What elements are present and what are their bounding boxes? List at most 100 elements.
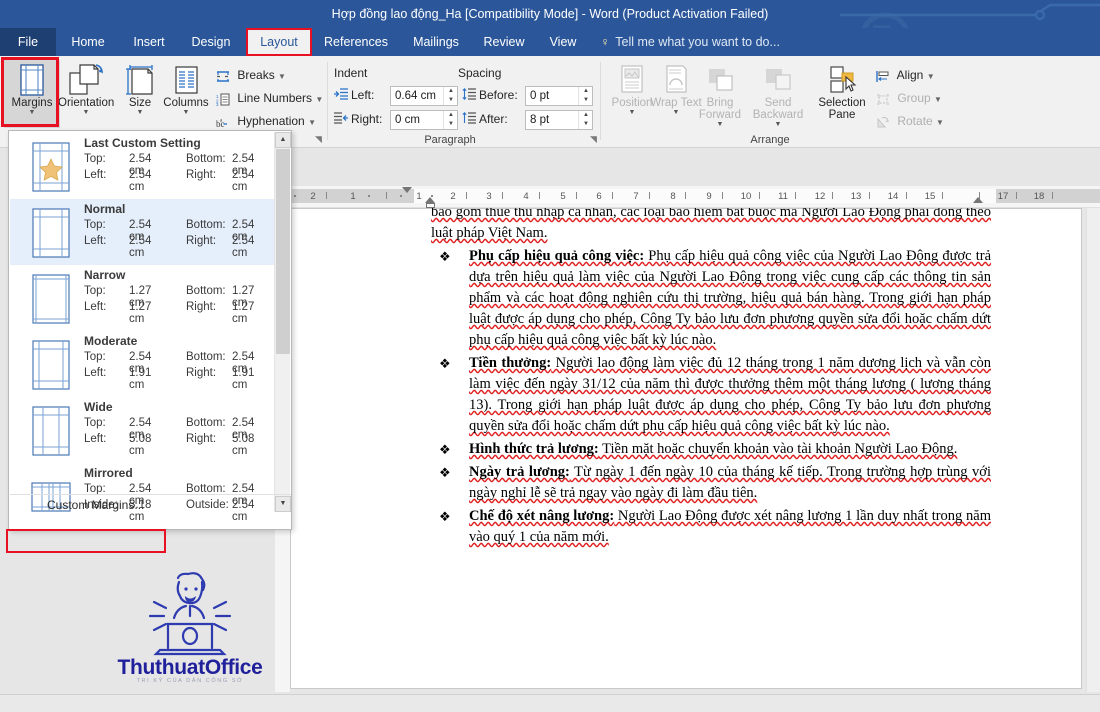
margin-preset-name: Moderate [84,334,138,348]
spacing-before-input[interactable]: 0 pt ▲ ▼ [525,86,593,106]
vertical-scrollbar[interactable] [1086,208,1100,692]
margins-button[interactable]: Margins ▼ [4,60,60,128]
ruler-tick: 10 [740,191,752,202]
spacing-after-input[interactable]: 8 pt ▲ ▼ [525,110,593,130]
margin-preset-normal[interactable]: Normal Top: 2.54 cm Bottom: 2.54 cm Left… [10,199,276,265]
margin-preset-narrow[interactable]: Narrow Top: 1.27 cm Bottom: 1.27 cm Left… [10,265,276,331]
indent-left-icon [334,87,348,105]
ruler-tick: 2 [310,191,316,202]
columns-icon [158,63,214,97]
tab-references[interactable]: References [312,28,400,56]
group-button[interactable]: Group ▼ [876,87,942,109]
paragraph-text: bao gồm thuế thu nhập cá nhân, các loại … [431,208,991,241]
margin-preset-last-custom[interactable]: Last Custom Setting Top: 2.54 cm Bottom:… [10,133,276,199]
scrollbar-thumb[interactable] [276,149,290,354]
chevron-down-icon: ▼ [28,109,36,116]
send-backward-button[interactable]: Send Backward ▼ [750,60,806,128]
tab-file[interactable]: File [0,28,56,56]
indent-left-stepper[interactable]: ▲ ▼ [443,87,457,105]
tab-home[interactable]: Home [56,28,120,56]
indent-right-icon [334,111,348,129]
rotate-button[interactable]: Rotate ▼ [876,110,944,132]
chevron-down-icon: ▼ [716,121,724,128]
arrange-group-label: Arrange [750,134,790,146]
margin-preset-wide[interactable]: Wide Top: 2.54 cm Bottom: 2.54 cm Left: … [10,397,276,463]
bullet-icon: ❖ [439,356,451,371]
paragraph-dialog-launcher[interactable]: ◥ [590,134,600,144]
indent-left-value: 0.64 cm [395,90,436,102]
document-body[interactable]: bao gồm thuế thu nhập cá nhân, các loại … [431,208,991,550]
bring-forward-icon [692,63,748,97]
dropdown-scrollbar[interactable]: ▲ ▼ [274,132,291,512]
ruler-tick: 2 [450,191,456,202]
selection-pane-icon [812,63,872,97]
margin-preset-name: Mirrored [84,466,133,480]
spacing-after-value: 8 pt [530,114,550,126]
tell-me-search[interactable]: ♀ Tell me what you want to do... [598,28,780,56]
indent-left-input[interactable]: 0.64 cm ▲ ▼ [390,86,458,106]
paragraph[interactable]: ❖ Chế độ xét nâng lương: Người Lao Động … [431,506,991,548]
margins-dropdown-menu[interactable]: Last Custom Setting Top: 2.54 cm Bottom:… [8,130,292,530]
document-canvas[interactable]: bao gồm thuế thu nhập cá nhân, các loại … [290,208,1085,692]
chevron-down-icon: ▼ [315,95,324,104]
columns-button[interactable]: Columns ▼ [158,60,214,128]
margin-preset-name: Last Custom Setting [84,136,201,150]
send-backward-icon [750,63,806,97]
indent-right-stepper[interactable]: ▲ ▼ [443,111,457,129]
align-button[interactable]: Align ▼ [876,64,935,86]
chevron-down-icon: ▼ [936,118,944,127]
svg-text:3: 3 [216,102,219,106]
indent-right-input[interactable]: 0 cm ▲ ▼ [390,110,458,130]
paragraph[interactable]: ❖ Ngày trả lương: Từ ngày 1 đến ngày 10 … [431,462,991,504]
line-numbers-button[interactable]: 1 2 3 Line Numbers ▼ [216,87,323,109]
tab-review[interactable]: Review [472,28,536,56]
margins-wide-icon [30,405,72,457]
selection-pane-button[interactable]: Selection Pane [812,60,872,128]
custom-margins-highlight [6,529,166,553]
orientation-button[interactable]: Orientation ▼ [58,60,114,128]
paragraph[interactable]: ❖ Hình thức trả lương: Tiền mặt hoặc chu… [431,439,991,460]
tab-design[interactable]: Design [178,28,244,56]
ruler-tick: 5 [560,191,566,202]
spacing-before-icon [462,87,476,105]
paragraph[interactable]: ❖ Phụ cấp hiệu quả công việc: Phụ cấp hi… [431,246,991,351]
status-bar [0,694,1100,712]
ruler-tick: 11 [778,191,788,202]
indent-right-value: 0 cm [395,114,420,126]
ruler-tick: 15 [924,191,936,202]
tab-insert[interactable]: Insert [120,28,178,56]
spacing-before-value: 0 pt [530,90,550,102]
tab-view[interactable]: View [536,28,590,56]
margin-preset-moderate[interactable]: Moderate Top: 2.54 cm Bottom: 2.54 cm Le… [10,331,276,397]
margins-label: Margins [11,97,53,109]
tab-layout[interactable]: Layout [246,28,312,56]
paragraph[interactable]: ❖ Tiền thưởng: Người lao động làm việc đ… [431,353,991,437]
page-setup-dialog-launcher[interactable]: ◥ [315,134,325,144]
orientation-label: Orientation [58,97,115,109]
scroll-up-arrow-icon[interactable]: ▲ [275,132,291,148]
bullet-icon: ❖ [439,249,451,264]
spacing-before-stepper[interactable]: ▲ ▼ [578,87,592,105]
bullet-icon: ❖ [439,442,451,457]
bring-forward-button[interactable]: Bring Forward ▼ [692,60,748,128]
hyphenation-button[interactable]: bc a Hyphenation ▼ [216,110,316,132]
document-page[interactable]: bao gồm thuế thu nhập cá nhân, các loại … [290,208,1082,689]
ruler-margin-right [996,189,1100,203]
margins-normal-icon [30,207,72,259]
ruler-tick: 9 [706,191,712,202]
window-title: Hợp đồng lao động_Ha [Compatibility Mode… [331,7,769,21]
first-line-indent-marker[interactable] [402,187,412,193]
chevron-down-icon: ▼ [934,95,942,104]
chevron-down-icon: ▼ [182,109,190,116]
breaks-button[interactable]: Breaks ▼ [216,64,286,86]
spacing-after-stepper[interactable]: ▲ ▼ [578,111,592,129]
margins-moderate-icon [30,339,72,391]
right-indent-marker[interactable] [973,197,983,203]
paragraph[interactable]: bao gồm thuế thu nhập cá nhân, các loại … [431,208,991,244]
bullet-icon: ❖ [439,509,451,524]
title-bar: Hợp đồng lao động_Ha [Compatibility Mode… [0,0,1100,28]
indent-left-label: Left: [351,88,375,102]
tab-mailings[interactable]: Mailings [400,28,472,56]
chevron-down-icon: ▼ [82,109,90,116]
horizontal-ruler[interactable]: 2 1 1 2 3 4 5 6 7 8 9 10 11 12 13 14 15 … [290,186,1100,208]
